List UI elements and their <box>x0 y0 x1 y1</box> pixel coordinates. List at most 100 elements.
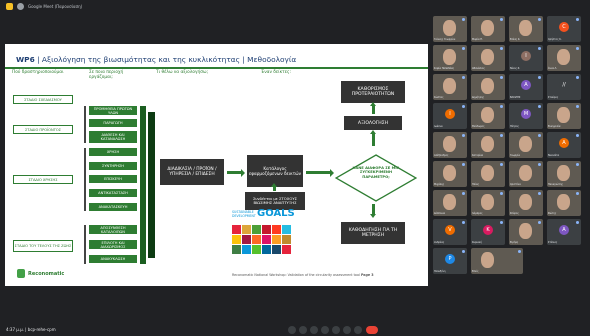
stage-use: ΣΤΑΔΙΟ ΧΡΗΣΗΣ <box>13 175 73 184</box>
captions-button[interactable] <box>310 326 318 334</box>
camera-button[interactable] <box>299 326 307 334</box>
muted-mic-icon <box>462 221 465 224</box>
muted-mic-icon <box>500 18 503 21</box>
participant-name: Νίκος Ζ. <box>510 67 521 70</box>
muted-mic-icon <box>576 76 579 79</box>
participant-tile[interactable]: Ειρήνη <box>509 219 543 245</box>
participant-tile[interactable]: K Κυριακή <box>471 219 505 245</box>
participant-tile[interactable]: Κώστας <box>433 74 467 100</box>
sdg-tile <box>232 235 241 244</box>
col-header-where: Πού δραστηριοποιούμαι <box>12 70 64 75</box>
muted-mic-icon <box>462 47 465 50</box>
participant-tile[interactable]: P Πολυξένη <box>433 248 467 274</box>
participant-name: Σοφία Παπαδάκη <box>434 67 455 70</box>
participant-tile[interactable]: Χριστίνα <box>509 161 543 187</box>
raise-hand-button[interactable] <box>343 326 351 334</box>
reactions-button[interactable] <box>321 326 329 334</box>
area-vertical-bar <box>140 106 146 264</box>
participant-tile[interactable]: Γεωργία <box>509 132 543 158</box>
area-maintenance: ΣΥΝΤΗΡΗΣΗ <box>89 162 137 170</box>
participant-tile[interactable]: A Στέλιος <box>547 219 581 245</box>
more-options-button[interactable] <box>354 326 362 334</box>
participant-tile[interactable]: // Σταύρος <box>547 74 581 100</box>
slide-footer: Reconomatic National Workshop: Validatio… <box>232 273 374 277</box>
muted-mic-icon <box>462 134 465 137</box>
participant-tile[interactable]: Μιχάλης <box>433 161 467 187</box>
participant-tile[interactable]: C Χρήστος Κ. <box>547 16 581 42</box>
participant-tile[interactable]: Φώτης <box>547 190 581 216</box>
muted-mic-icon <box>500 163 503 166</box>
meet-icon <box>6 2 13 10</box>
mic-button[interactable] <box>288 326 296 334</box>
muted-mic-icon <box>462 18 465 21</box>
participant-tile[interactable]: Εσείς <box>471 248 523 274</box>
evaluation-box: ΑΞΙΟΛΟΓΗΣΗ <box>344 116 402 130</box>
window-titlebar: Google Meet (Παρουσίαση) <box>0 0 590 12</box>
participant-name: Δέσποινα <box>434 212 446 215</box>
participant-tile[interactable]: Σοφία Παπαδάκη <box>433 45 467 71</box>
participant-tile[interactable]: Μαρία Π. <box>471 16 505 42</box>
sdg-goals-word: GOALS <box>257 208 295 219</box>
arrow-assess-catalog <box>227 169 245 177</box>
sdg-logo: SUSTAINABLE DEVELOPMENT <box>232 210 256 218</box>
meeting-controls-bar: 4:37 μ.μ. | bcp-rehe-cpm <box>0 324 590 336</box>
participant-video <box>443 194 456 210</box>
participant-tile[interactable]: Ελένη Κ. <box>509 16 543 42</box>
participant-tile[interactable]: I Νίκος Ζ. <box>509 45 543 71</box>
participant-tile[interactable]: M Πέτρος <box>509 103 543 129</box>
area-distribution: ΔΙΑΘΕΣΗ ΚΑΙ ΚΑΤΑΝΑΛΩΣΗ <box>89 131 137 143</box>
participant-name: Σταύρος <box>548 96 559 99</box>
participant-avatar: I <box>521 51 531 61</box>
presentation-slide: WP6 | Αξιολόγηση της βιωσιμότητας και τη… <box>5 44 428 286</box>
participant-tile[interactable]: Κατερίνα <box>471 132 505 158</box>
participant-tile[interactable]: A ΒΑΣΙΛΗΣ <box>509 74 543 100</box>
participant-name: Ιωάννα <box>434 125 443 128</box>
participant-tile[interactable]: Άννα Λ. <box>547 45 581 71</box>
participant-tile[interactable]: I Ιωάννα <box>433 103 467 129</box>
title-divider <box>5 67 428 69</box>
end-call-button[interactable] <box>366 326 378 334</box>
sdg-tile <box>252 245 261 254</box>
participant-tile[interactable]: V Ανδρέας <box>433 219 467 245</box>
arrow-catalog-diamond <box>306 169 334 177</box>
participant-tile[interactable]: Αθανάσιος <box>471 45 505 71</box>
participant-name: Κυριακή <box>472 241 482 244</box>
participant-name: Μαρία Π. <box>472 38 483 41</box>
sdg-tile <box>242 235 251 244</box>
area-dismantling: ΑΠΟΣΥΝΘΕΣΗ ΚΑΤΑΛΟΙΠΩΝ <box>89 225 137 234</box>
col-header-assess: Τι θέλω να αξιολογήσω; <box>156 70 209 75</box>
participant-name: Ευαγγελία <box>548 125 561 128</box>
tab-icon[interactable] <box>17 2 24 10</box>
bracket-product <box>84 106 86 143</box>
bracket-eol <box>84 225 86 264</box>
participant-avatar: C <box>559 22 569 32</box>
participant-tile[interactable]: Σπύρος <box>509 190 543 216</box>
muted-mic-icon <box>576 134 579 137</box>
muted-mic-icon <box>538 76 541 79</box>
arrow-catalog-sdg <box>271 183 277 191</box>
participant-tile[interactable]: Θεόδωρος <box>471 103 505 129</box>
sdg-tile <box>272 225 281 234</box>
participant-tile[interactable]: Παναγιώτης <box>547 161 581 187</box>
sdg-tiles <box>232 225 291 254</box>
sdg-tile <box>242 245 251 254</box>
participant-tile[interactable]: Δέσποινα <box>433 190 467 216</box>
participant-tile[interactable]: Ευαγγελία <box>547 103 581 129</box>
participant-avatar: A <box>521 80 531 90</box>
participant-tile[interactable]: Γιάννης Γεωργίου <box>433 16 467 42</box>
participant-tile[interactable]: Λάμπρος <box>471 190 505 216</box>
participant-name: Ειρήνη <box>510 241 519 244</box>
sdg-tile <box>262 225 271 234</box>
participant-tile[interactable]: Δημήτρης <box>471 74 505 100</box>
participant-name: Σπύρος <box>510 212 519 215</box>
participant-tile[interactable]: A Νικολέτα <box>547 132 581 158</box>
participant-tile[interactable]: Ηλίας <box>471 161 505 187</box>
participant-name: Αθανάσιος <box>472 67 485 70</box>
participant-video <box>519 223 532 239</box>
arrow-diamond-eval <box>370 130 376 146</box>
participant-tile[interactable]: Αλέξανδρος <box>433 132 467 158</box>
present-button[interactable] <box>332 326 340 334</box>
muted-mic-icon <box>576 221 579 224</box>
arrow-diamond-measure <box>370 204 376 218</box>
bracket-use <box>84 148 86 211</box>
